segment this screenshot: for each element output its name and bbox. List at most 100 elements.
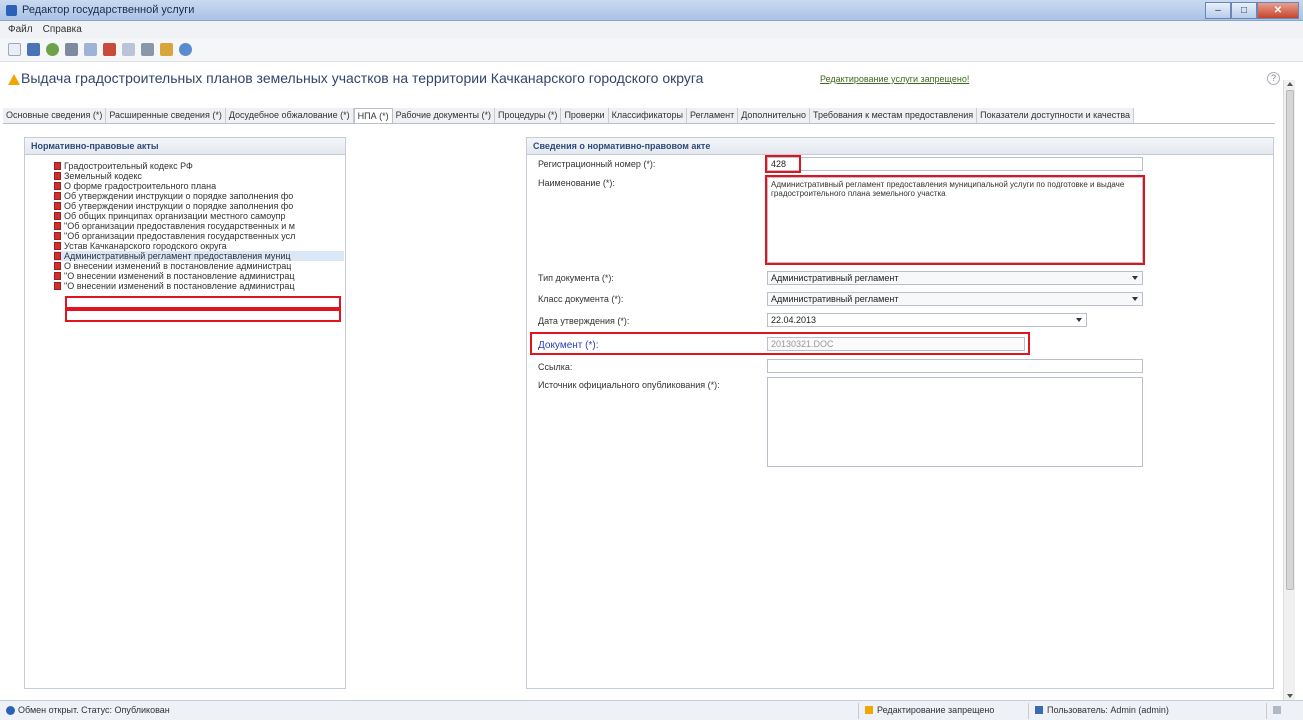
npa-details-title: Сведения о нормативно-правовом акте [527,138,1273,155]
list-item[interactable]: Об утверждении инструкции о порядке запо… [54,201,344,211]
help-icon[interactable]: ? [1267,72,1280,85]
list-item[interactable]: Градостроительный кодекс РФ [54,161,344,171]
npa-list-title: Нормативно-правовые акты [25,138,345,155]
list-item[interactable]: Земельный кодекс [54,171,344,181]
scroll-thumb[interactable] [1286,90,1294,590]
document-icon [54,202,61,210]
name-label: Наименование (*): [538,178,615,188]
source-field[interactable] [767,377,1143,467]
document-icon [54,242,61,250]
menu-file[interactable]: Файл [8,24,33,35]
tab-place-requirements[interactable]: Требования к местам предоставления [810,108,978,123]
list-item[interactable]: О внесении изменений в постановление адм… [54,261,344,271]
selection-highlight [65,309,341,322]
doc-class-label: Класс документа (*): [538,294,624,304]
document-icon [54,162,61,170]
doc-class-value: Административный регламент [771,294,899,304]
find-icon[interactable] [122,43,135,56]
doc-type-value: Административный регламент [771,273,899,283]
document-icon [54,282,61,290]
document-highlight [530,332,1030,355]
menubar: Файл Справка [0,21,1303,38]
list-item[interactable]: О форме градостроительного плана [54,181,344,191]
status-user-text: Пользователь: Admin (admin) [1047,705,1169,715]
document-icon [54,212,61,220]
minimize-button[interactable]: – [1205,2,1231,19]
help-icon[interactable] [179,43,192,56]
tab-bar: Основные сведения (*) Расширенные сведен… [3,108,1275,124]
delete-icon[interactable] [103,43,116,56]
name-highlight [765,175,1145,265]
vertical-scrollbar[interactable] [1283,80,1295,700]
tab-npa[interactable]: НПА (*) [353,108,393,123]
list-item[interactable]: "О внесении изменений в постановление ад… [54,271,344,281]
new-icon[interactable] [8,43,21,56]
document-icon [54,252,61,260]
print-icon[interactable] [65,43,78,56]
list-item[interactable]: "О внесении изменений в постановление ад… [54,281,344,291]
window-titlebar: Редактор государственной услуги – □ ✕ [0,0,1303,21]
settings-icon[interactable] [141,43,154,56]
approval-date-value: 22.04.2013 [771,315,817,325]
reg-number-label: Регистрационный номер (*): [538,159,656,169]
reg-number-field[interactable]: 428 [767,157,1143,171]
list-item[interactable]: Об утверждении инструкции о порядке запо… [54,191,344,201]
info-icon [6,706,15,715]
list-item[interactable]: "Об организации предоставления государст… [54,231,344,241]
warning-icon [865,706,873,714]
status-extra [1266,703,1291,719]
reg-number-highlight [765,155,801,173]
tab-extended-info[interactable]: Расширенные сведения (*) [106,108,226,123]
grip-icon [1273,706,1281,714]
doc-type-select[interactable]: Административный регламент [767,271,1143,285]
menu-help[interactable]: Справка [43,24,82,35]
npa-tree: Градостроительный кодекс РФ Земельный ко… [54,161,344,291]
close-button[interactable]: ✕ [1257,2,1299,19]
approval-date-picker[interactable]: 22.04.2013 [767,313,1087,327]
app-icon [6,5,17,16]
link-label: Ссылка: [538,362,573,372]
tab-work-documents[interactable]: Рабочие документы (*) [392,108,495,123]
tab-regulation[interactable]: Регламент [686,108,739,123]
chevron-down-icon [1132,297,1138,301]
list-item[interactable]: Об общих принципах организации местного … [54,211,344,221]
document-icon [54,222,61,230]
edit-forbidden-link[interactable]: Редактирование услуги запрещено! [820,74,969,84]
window-title: Редактор государственной услуги [22,4,195,16]
scroll-up-icon[interactable] [1287,82,1293,86]
toolbar [0,38,1303,62]
tab-main-info[interactable]: Основные сведения (*) [3,108,107,123]
link-field[interactable] [767,359,1143,373]
tab-quality-indicators[interactable]: Показатели доступности и качества [977,108,1135,123]
refresh-icon[interactable] [46,43,59,56]
status-edit: Редактирование запрещено [858,703,1000,719]
status-user: Пользователь: Admin (admin) [1028,703,1175,719]
maximize-button[interactable]: □ [1231,2,1257,19]
tab-procedures[interactable]: Процедуры (*) [494,108,562,123]
scroll-down-icon[interactable] [1287,694,1293,698]
doc-type-label: Тип документа (*): [538,273,614,283]
save-icon[interactable] [27,43,40,56]
document-icon [54,262,61,270]
doc-class-select[interactable]: Административный регламент [767,292,1143,306]
list-item[interactable]: Устав Качканарского городского округа [54,241,344,251]
service-header: Выдача градостроительных планов земельны… [0,62,1288,106]
selection-highlight [65,296,341,309]
chevron-down-icon [1076,318,1082,322]
warning-icon [8,74,20,85]
list-item[interactable]: "Об организации предоставления государст… [54,221,344,231]
approval-date-label: Дата утверждения (*): [538,316,630,326]
document-icon [54,272,61,280]
tab-checks[interactable]: Проверки [561,108,609,123]
tab-additional[interactable]: Дополнительно [738,108,811,123]
document-icon [54,172,61,180]
tab-pretrial-appeal[interactable]: Досудебное обжалование (*) [225,108,354,123]
document-icon [54,192,61,200]
copy-icon[interactable] [84,43,97,56]
statusbar: Обмен открыт. Статус: Опубликован Редакт… [0,700,1303,720]
chevron-down-icon [1132,276,1138,280]
list-item-selected[interactable]: Административный регламент предоставлени… [54,251,344,261]
publish-icon[interactable] [160,43,173,56]
service-title: Выдача градостроительных планов земельны… [21,70,704,86]
tab-classifiers[interactable]: Классификаторы [608,108,687,123]
